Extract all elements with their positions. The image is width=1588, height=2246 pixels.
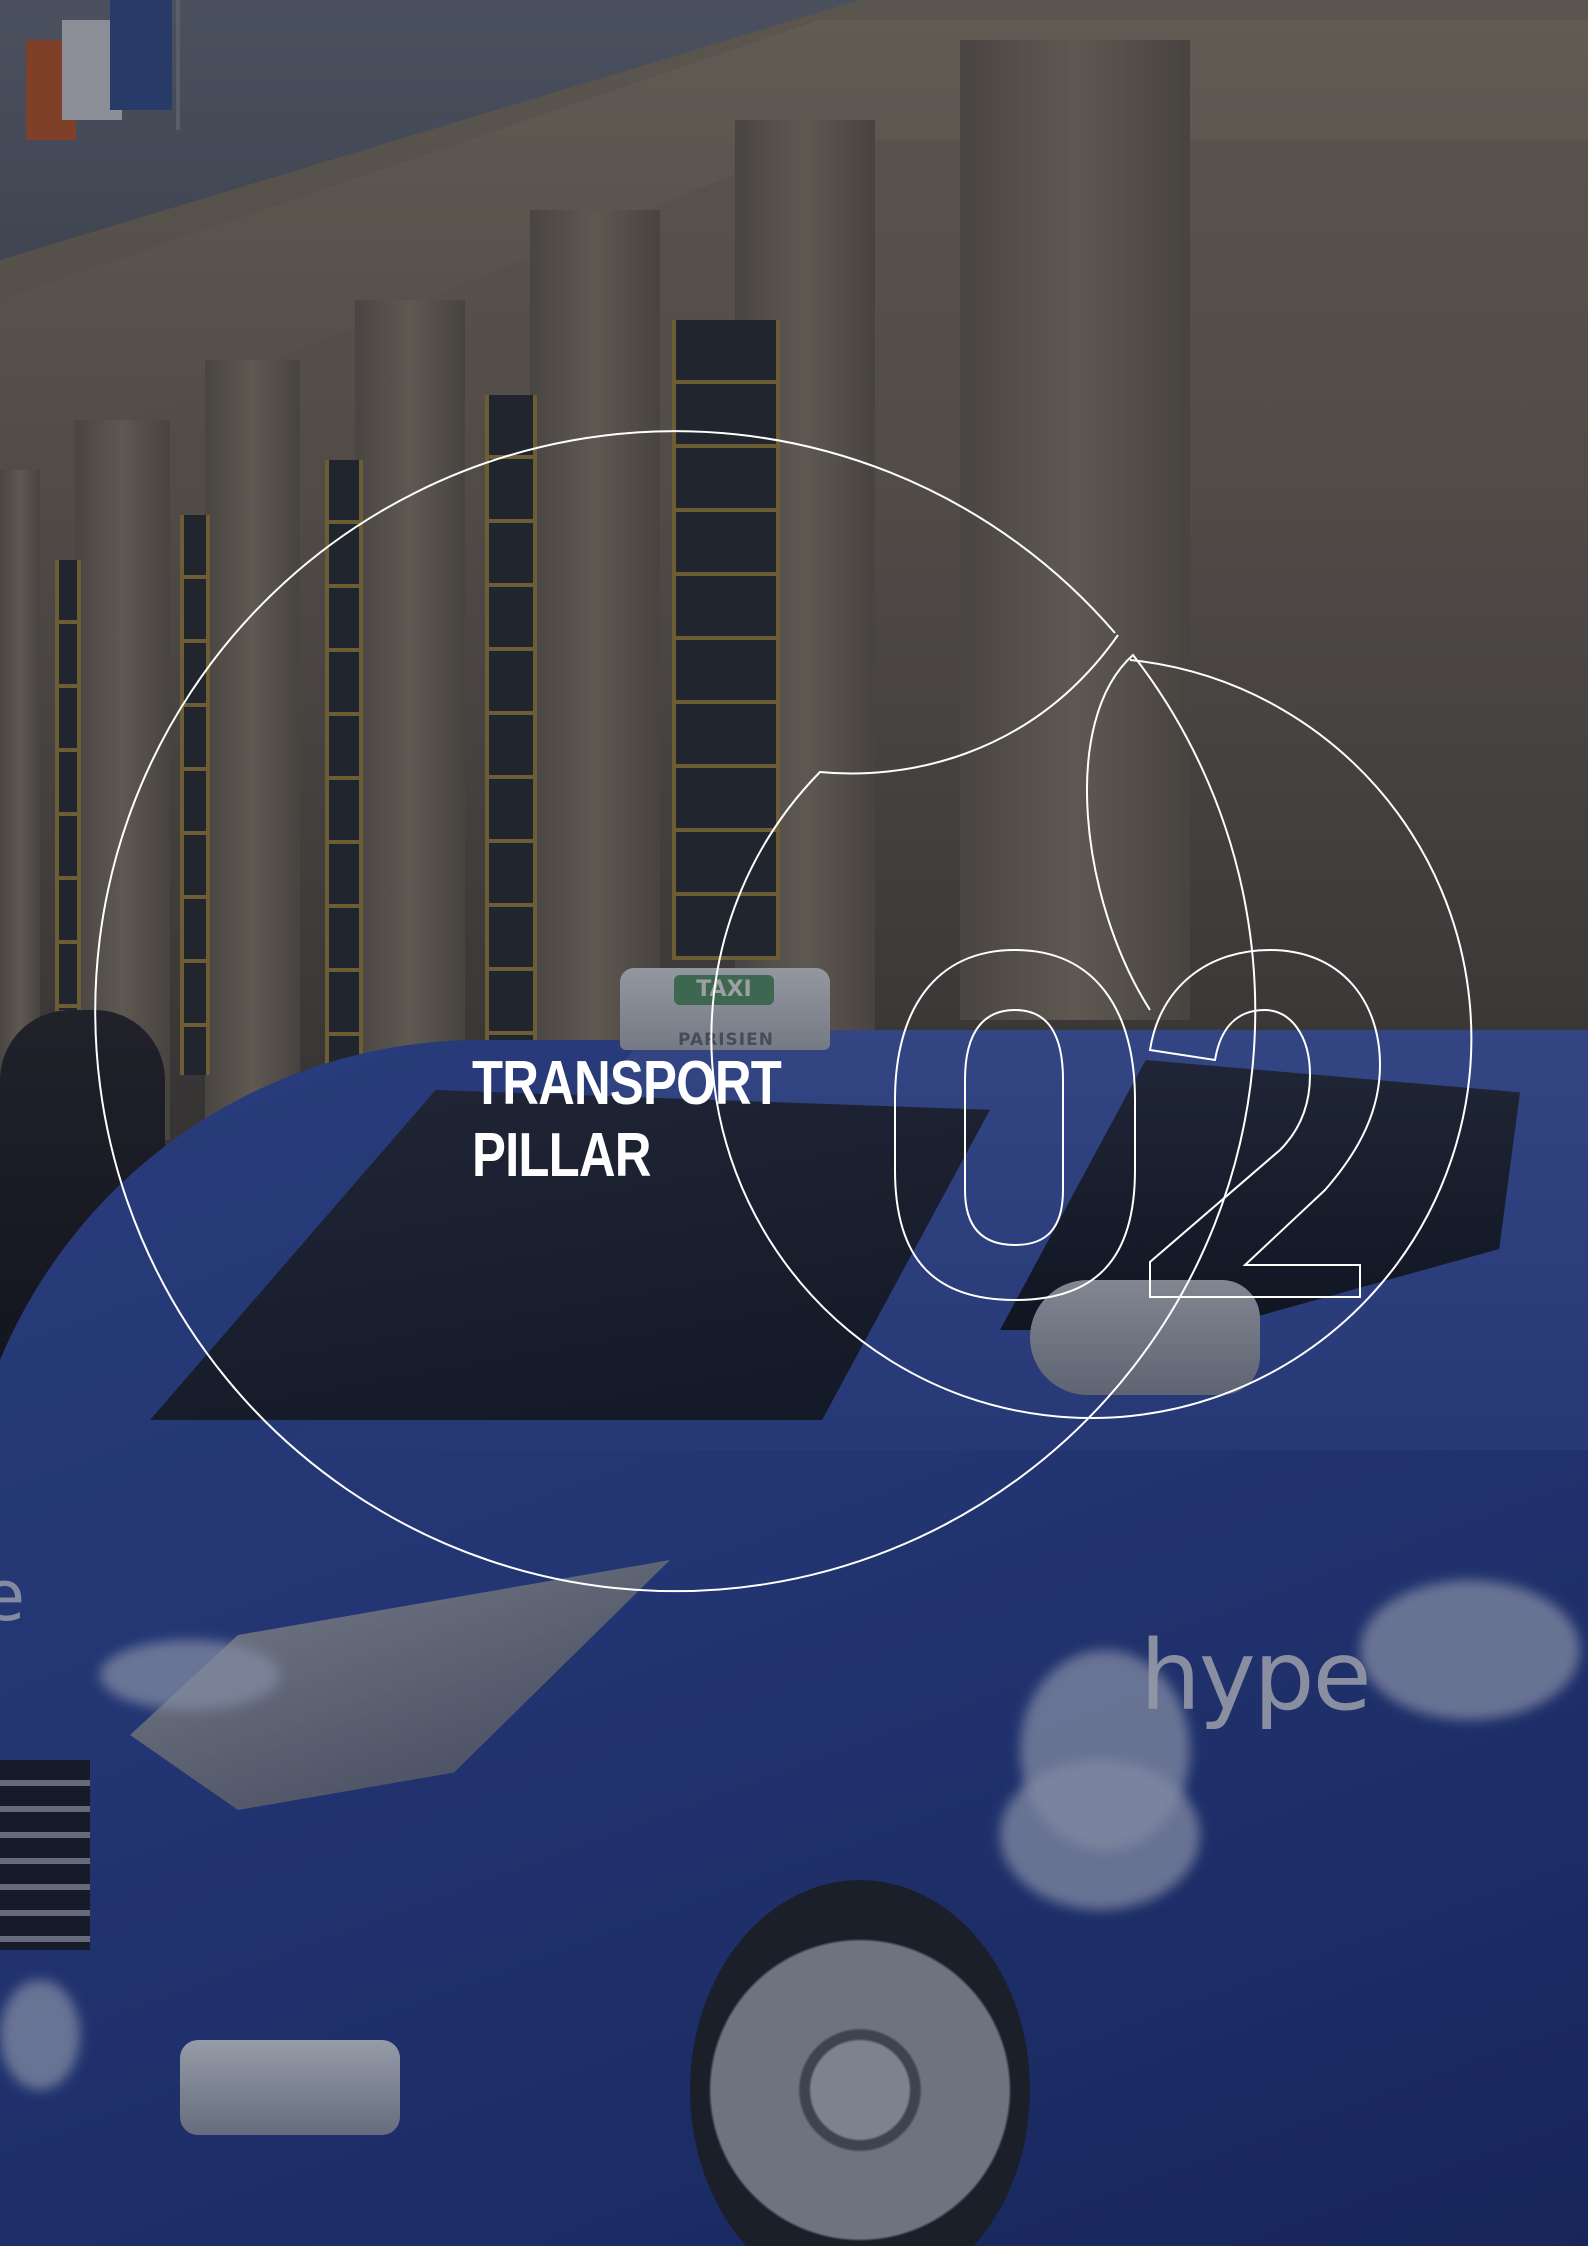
section-title: TRANSPORT PILLAR — [472, 1048, 782, 1192]
digit-two-outline — [1148, 948, 1382, 1298]
section-title-line-1: TRANSPORT — [472, 1049, 782, 1118]
section-title-line-2: PILLAR — [472, 1121, 651, 1190]
digit-zero-outline — [894, 948, 1136, 1302]
page: TAXI PARISIEN hype e TRANSPORT PILLAR — [0, 0, 1588, 2246]
section-graphic — [94, 430, 1473, 1593]
inner-swirl-line — [710, 634, 1473, 1420]
